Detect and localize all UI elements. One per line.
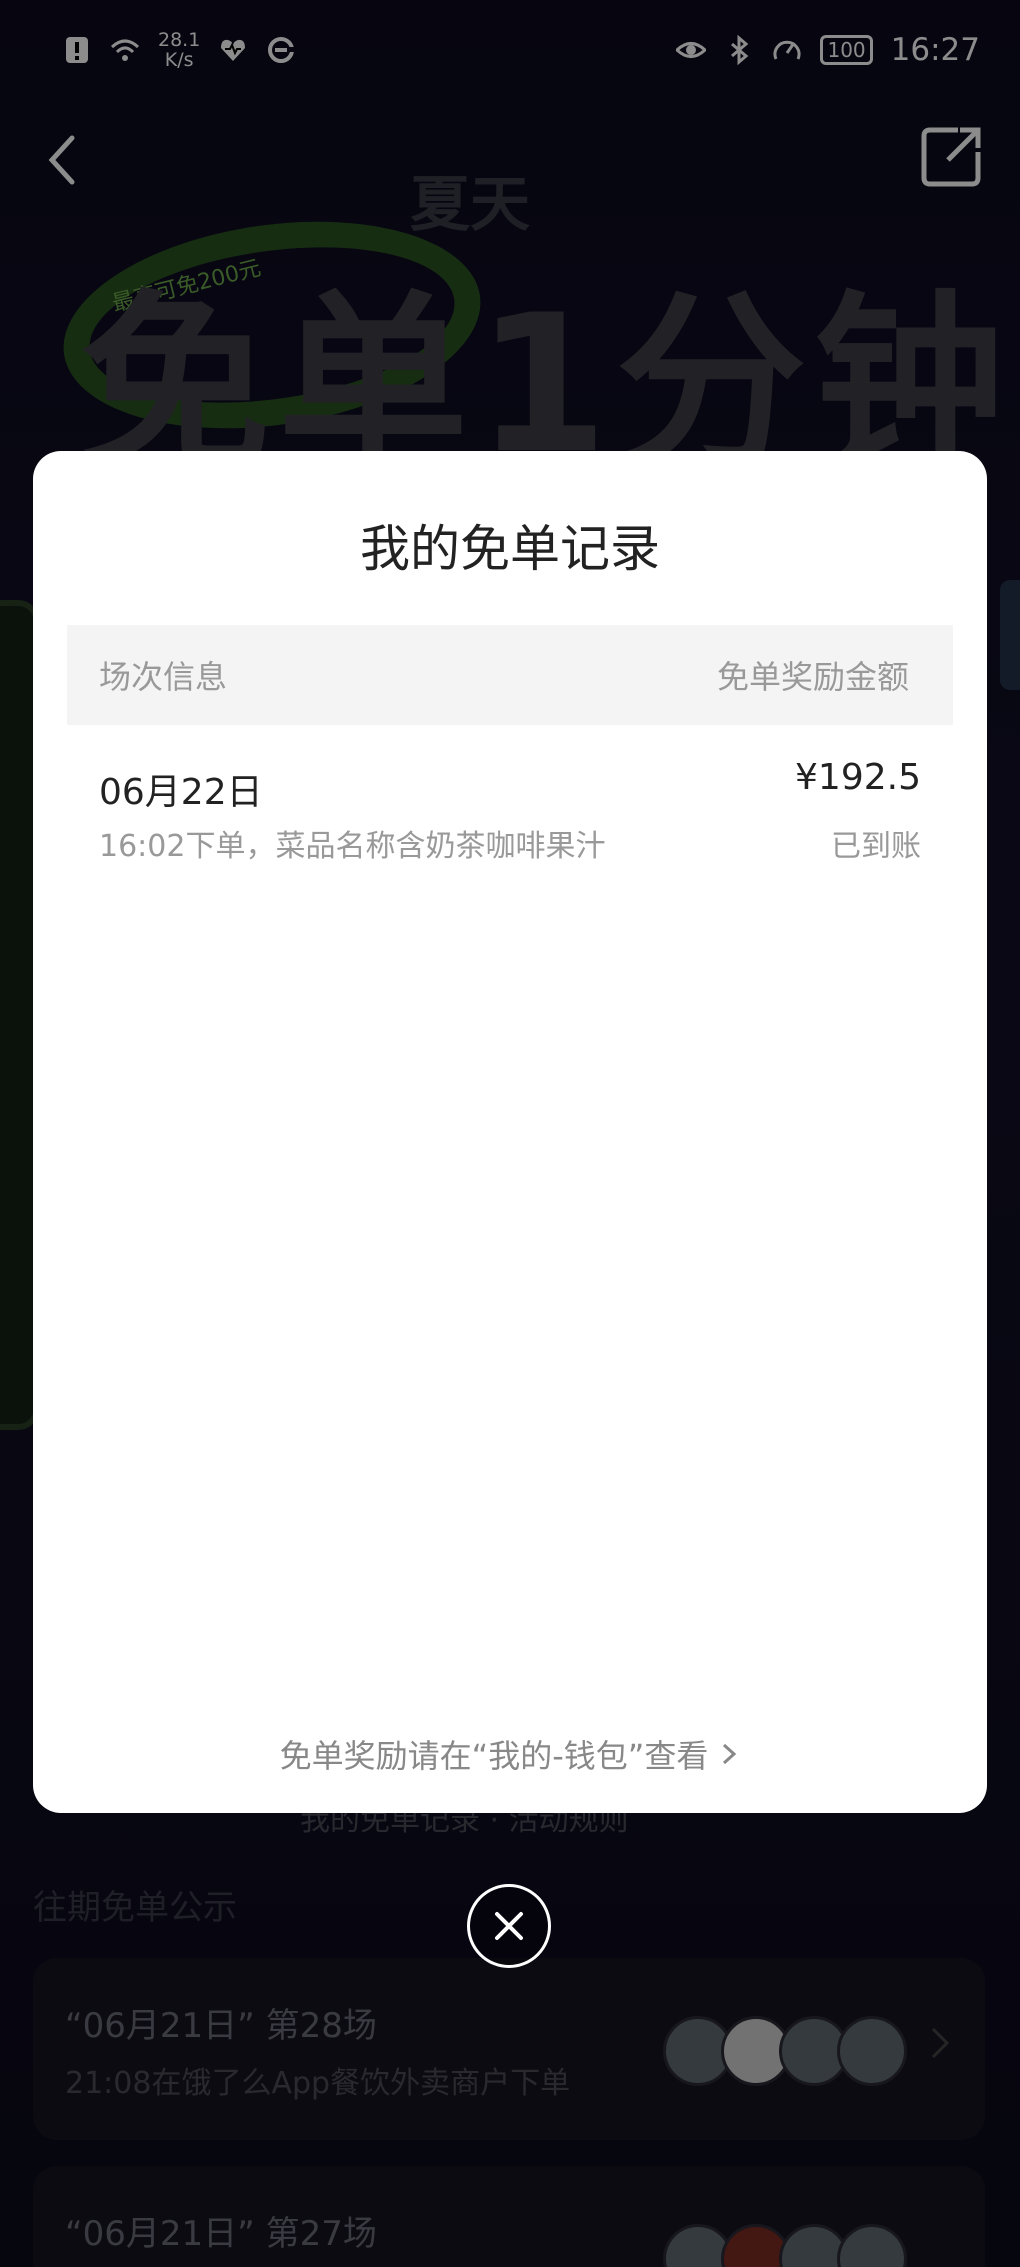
dialog-title: 我的免单记录 xyxy=(360,520,660,578)
close-icon xyxy=(495,1912,523,1940)
chevron-right-icon xyxy=(723,1743,737,1765)
wallet-link[interactable]: 免单奖励请在“我的-钱包”查看 xyxy=(33,1731,987,1777)
record-status: 已到账 xyxy=(831,829,921,864)
record-description: 16:02下单，菜品名称含奶茶咖啡果汁 xyxy=(99,829,606,864)
close-dialog-button[interactable] xyxy=(467,1884,551,1968)
wallet-link-text: 免单奖励请在“我的-钱包”查看 xyxy=(279,1737,709,1775)
records-table-header: 场次信息 免单奖励金额 xyxy=(67,625,953,725)
column-header-reward: 免单奖励金额 xyxy=(716,658,909,696)
record-amount: ¥192.5 xyxy=(795,757,921,798)
record-date: 06月22日 xyxy=(99,772,263,813)
column-header-session: 场次信息 xyxy=(99,658,228,696)
free-order-records-dialog: 我的免单记录 场次信息 免单奖励金额 06月22日 ¥192.5 16:02下单… xyxy=(33,451,987,1813)
record-row: 06月22日 ¥192.5 16:02下单，菜品名称含奶茶咖啡果汁 已到账 xyxy=(67,741,953,871)
